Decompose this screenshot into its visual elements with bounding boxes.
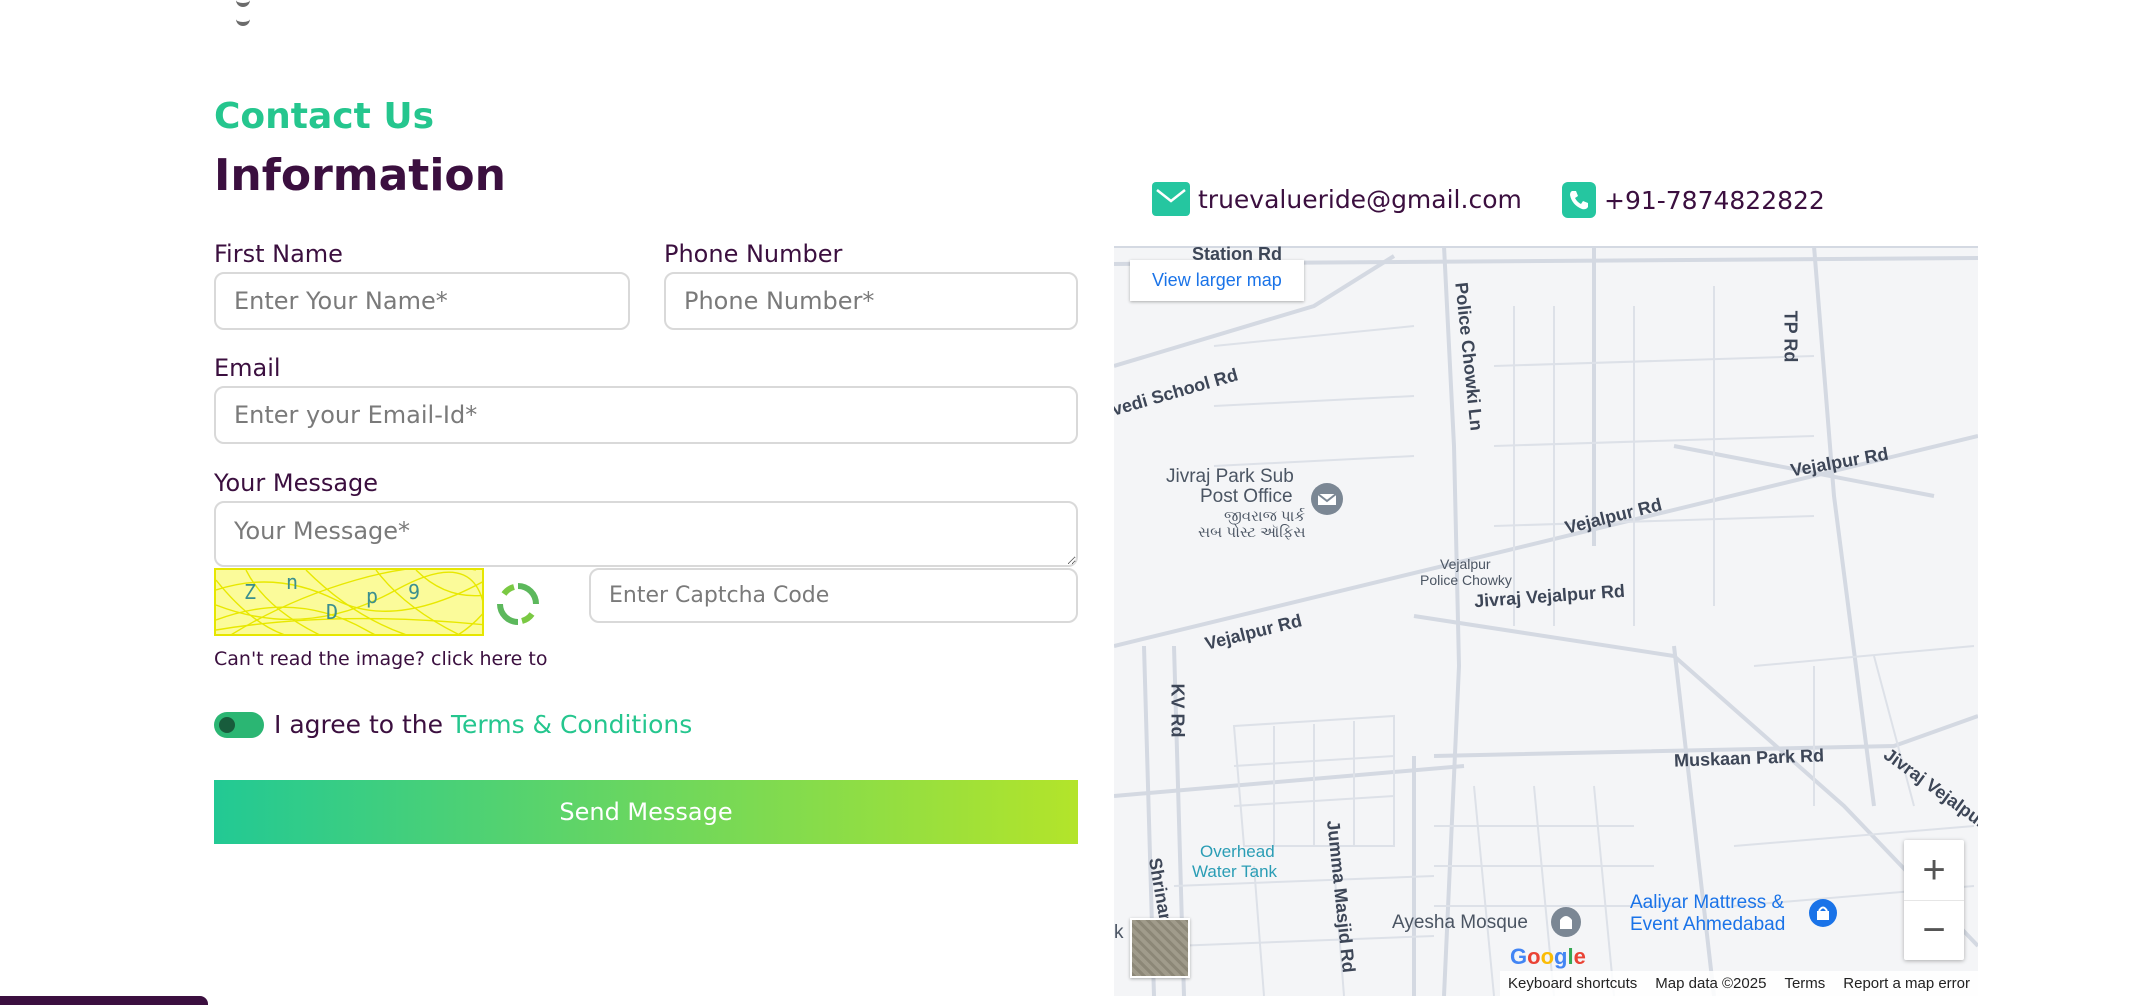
phone-number-label: Phone Number <box>664 240 843 268</box>
satellite-toggle[interactable] <box>1130 918 1190 978</box>
map-roads <box>1114 246 1978 996</box>
first-name-input[interactable] <box>214 272 630 330</box>
map-label-ayesha-mosque: Ayesha Mosque <box>1392 912 1528 933</box>
embedded-map[interactable]: View larger map Station Rd vedi School R… <box>1114 246 1978 996</box>
keyboard-shortcuts-link[interactable]: Keyboard shortcuts <box>1508 975 1637 992</box>
map-label-aaliyar: Event Ahmedabad <box>1630 914 1786 935</box>
email-label: Email <box>214 354 281 382</box>
captcha-help-link[interactable]: Can't read the image? click here to <box>214 648 547 670</box>
zoom-out-button[interactable]: − <box>1904 900 1964 960</box>
contact-page: Contact Us Information First Name Phone … <box>0 0 2139 1005</box>
contact-email[interactable]: truevalueride@gmail.com <box>1152 182 1522 216</box>
phone-icon <box>1562 182 1596 218</box>
first-name-label: First Name <box>214 240 343 268</box>
google-logo: Google <box>1510 944 1586 969</box>
email-input[interactable] <box>214 386 1078 444</box>
map-label-post-office-gu: જીવરાજ પાર્ક <box>1224 508 1305 525</box>
map-label-kv-rd: KV Rd <box>1167 683 1188 738</box>
captcha-noise <box>216 570 482 634</box>
section-title: Information <box>214 150 506 201</box>
captcha-input[interactable] <box>589 568 1078 623</box>
post-office-icon <box>1311 483 1343 515</box>
map-terms-link[interactable]: Terms <box>1784 975 1825 992</box>
map-data-text: Map data ©2025 <box>1655 975 1767 992</box>
captcha-char: p <box>366 584 379 608</box>
map-label-post-office: Post Office <box>1200 486 1293 507</box>
captcha-char: D <box>326 600 339 624</box>
agree-text: I agree to the Terms & Conditions <box>274 710 692 739</box>
captcha-char: 9 <box>408 580 421 604</box>
contact-phone[interactable]: +91-7874822822 <box>1562 182 1825 218</box>
mosque-icon <box>1551 907 1581 937</box>
map-label-k: k <box>1114 922 1124 943</box>
captcha-image: Z n D p 9 <box>214 568 484 636</box>
toggle-knob <box>219 717 235 733</box>
corner-widget[interactable] <box>0 996 208 1005</box>
report-map-error-link[interactable]: Report a map error <box>1843 975 1970 992</box>
terms-link[interactable]: Terms & Conditions <box>451 710 692 739</box>
message-textarea[interactable] <box>214 501 1078 567</box>
refresh-captcha-icon[interactable] <box>496 582 540 626</box>
captcha-char: Z <box>244 580 257 604</box>
contact-email-text: truevalueride@gmail.com <box>1198 184 1522 214</box>
map-zoom-controls: + − <box>1904 840 1964 960</box>
envelope-icon <box>1152 182 1190 216</box>
header-fragment <box>236 0 326 26</box>
section-subtitle: Contact Us <box>214 96 435 137</box>
view-larger-map-link[interactable]: View larger map <box>1130 260 1304 301</box>
map-label-aaliyar: Aaliyar Mattress & <box>1630 892 1785 913</box>
zoom-in-button[interactable]: + <box>1904 840 1964 900</box>
map-label-post-office: Jivraj Park Sub <box>1166 466 1294 487</box>
map-footer: Keyboard shortcuts Map data ©2025 Terms … <box>1500 971 1978 996</box>
map-label-police-chowky: Police Chowky <box>1420 572 1512 588</box>
map-label-station-rd: Station Rd <box>1192 246 1282 264</box>
map-label-overhead-tank: Water Tank <box>1192 862 1278 881</box>
map-label-police-chowky: Vejalpur <box>1440 556 1491 572</box>
message-label: Your Message <box>214 469 379 497</box>
agree-toggle[interactable] <box>214 712 264 738</box>
send-message-button[interactable]: Send Message <box>214 780 1078 844</box>
map-label-tp-rd: TP Rd <box>1780 310 1801 363</box>
phone-number-input[interactable] <box>664 272 1078 330</box>
shopping-icon <box>1809 899 1837 927</box>
agree-prefix: I agree to the <box>274 710 451 739</box>
contact-phone-text: +91-7874822822 <box>1604 185 1825 215</box>
map-label-post-office-gu: સબ પોસ્ટ ઑફિસ <box>1198 524 1306 541</box>
map-label-overhead-tank: Overhead <box>1200 842 1275 861</box>
captcha-char: n <box>286 570 299 594</box>
